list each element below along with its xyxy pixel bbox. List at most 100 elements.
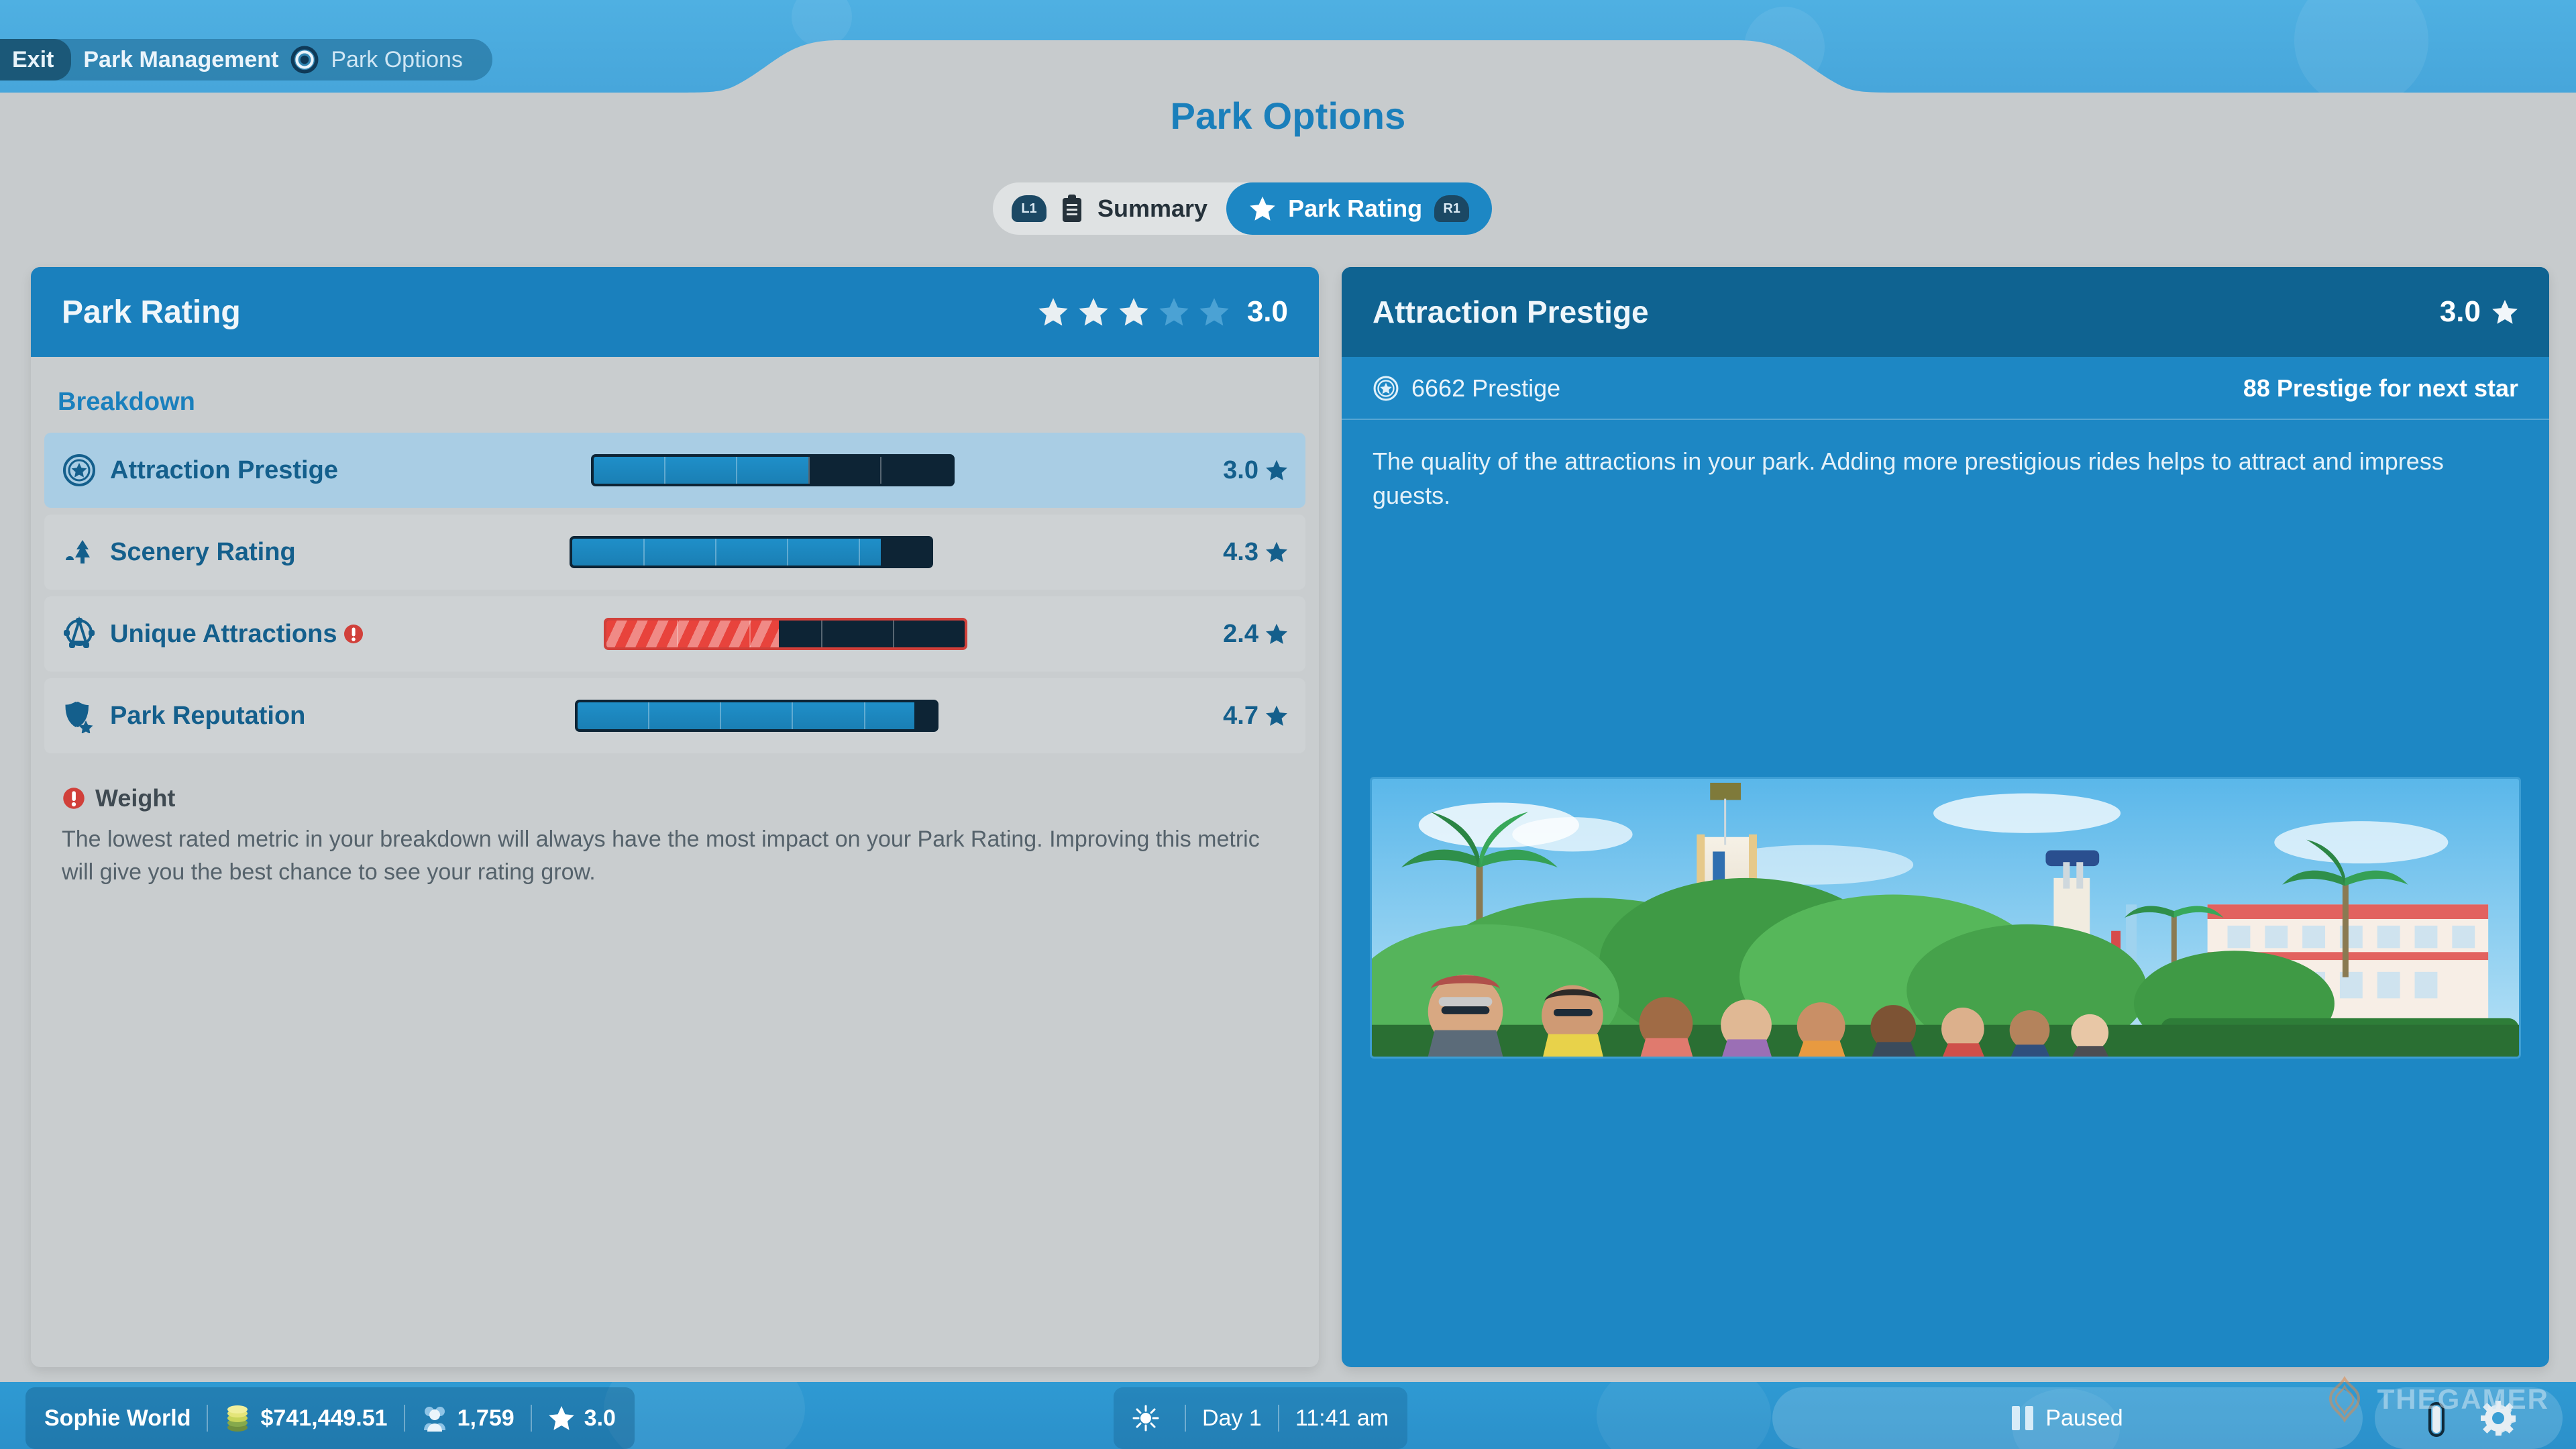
breakdown-bar-wrap	[364, 618, 1208, 650]
park-rating-value: 3.0	[1246, 295, 1288, 328]
breakdown-row-label: Park Reputation	[110, 702, 305, 731]
warning-exclamation-icon	[343, 625, 363, 643]
tree-scenery-icon	[66, 540, 90, 564]
park-rating-title: Park Rating	[62, 294, 241, 330]
breadcrumb-current: Park Options	[319, 47, 475, 73]
tab-bar: L1 Summary Park Rating R1	[993, 182, 1493, 235]
breakdown-bar	[570, 536, 934, 568]
guests-icon	[423, 1407, 445, 1432]
ferris-wheel-icon	[64, 616, 95, 648]
sun-icon	[1132, 1405, 1159, 1432]
breakdown-row-value: 2.4	[1208, 620, 1288, 649]
breakdown-row-unique-attractions[interactable]: Unique Attractions 2.4	[44, 596, 1305, 672]
star-empty-icon	[1199, 298, 1229, 326]
breakdown-bar	[590, 454, 955, 486]
attraction-prestige-detail-panel: Attraction Prestige 3.0 6662 Prestige 88…	[1342, 267, 2549, 1367]
status-bar-icon-cluster	[2375, 1387, 2563, 1449]
park-money: $741,449.51	[260, 1405, 388, 1431]
status-bar-time-cluster: Day 1 11:41 am	[1114, 1387, 1408, 1449]
exit-label: Exit	[12, 46, 54, 72]
detail-rating-value: 3.0	[2439, 295, 2481, 328]
star-filled-icon	[1038, 298, 1068, 326]
shield-star-icon	[65, 701, 93, 733]
detail-panel-rating: 3.0	[2440, 295, 2518, 329]
pause-icon[interactable]	[2012, 1406, 2034, 1430]
row-label-text: Park Reputation	[110, 701, 306, 730]
tab-summary-label: Summary	[1097, 195, 1208, 222]
star-icon	[1250, 197, 1275, 221]
breadcrumb: Exit Park Management Park Options	[0, 39, 492, 80]
coins-icon	[227, 1405, 248, 1432]
star-filled-icon	[1119, 298, 1148, 326]
page-title: Park Options	[1170, 95, 1406, 137]
breakdown-row-scenery-rating[interactable]: Scenery Rating 4.3	[44, 515, 1305, 590]
row-label-text: Attraction Prestige	[110, 455, 338, 484]
star-icon	[1266, 705, 1287, 727]
game-speed-control[interactable]: Paused	[1772, 1387, 2363, 1449]
breakdown-row-park-reputation[interactable]: Park Reputation 4.7	[44, 678, 1305, 753]
row-label-text: Scenery Rating	[110, 537, 296, 566]
breakdown-row-value: 4.7	[1208, 702, 1288, 731]
star-in-circle-icon	[1373, 376, 1399, 401]
park-rating-panel: Park Rating 3.0 Breakdown Attraction Pre…	[31, 267, 1319, 1367]
breadcrumb-current-label: Park Options	[331, 46, 463, 72]
star-filled-icon	[1079, 298, 1108, 326]
detail-description: The quality of the attractions in your p…	[1373, 447, 2444, 510]
notification-icon[interactable]	[2422, 1398, 2451, 1438]
r1-bumper-label: R1	[1443, 201, 1460, 216]
star-icon	[2492, 300, 2518, 324]
star-empty-icon	[1159, 298, 1189, 326]
row-label-text: Unique Attractions	[110, 619, 337, 648]
tab-summary[interactable]: L1 Summary	[993, 182, 1226, 235]
prestige-total: 6662 Prestige	[1373, 374, 1560, 402]
prestige-next-star: 88 Prestige for next star	[2243, 374, 2518, 402]
gear-icon[interactable]	[2481, 1401, 2516, 1436]
detail-panel-title: Attraction Prestige	[1373, 294, 1649, 329]
breakdown-bar-wrap	[338, 454, 1208, 486]
detail-panel-header: Attraction Prestige 3.0	[1342, 267, 2549, 357]
warning-exclamation-icon	[63, 788, 85, 809]
weight-title: Weight	[62, 784, 1288, 812]
breakdown-heading: Breakdown	[58, 388, 195, 416]
park-rating-status: 3.0	[584, 1405, 616, 1431]
guest-count: 1,759	[457, 1405, 515, 1431]
row-value-text: 2.4	[1223, 619, 1258, 648]
detail-prestige-stats: 6662 Prestige 88 Prestige for next star	[1342, 357, 2549, 420]
park-rating-stars: 3.0	[1038, 295, 1288, 329]
row-value-text: 4.7	[1223, 701, 1258, 730]
breakdown-bar-wrap	[296, 536, 1208, 568]
row-value-text: 3.0	[1223, 455, 1258, 484]
breakdown-row-value: 4.3	[1208, 538, 1288, 567]
r1-bumper-badge: R1	[1434, 195, 1470, 222]
exit-button[interactable]: Exit	[0, 39, 72, 80]
breakdown-bar-wrap	[305, 700, 1208, 732]
park-preview-image	[1370, 777, 2521, 1059]
breakdown-row-value: 3.0	[1208, 456, 1288, 485]
game-day: Day 1	[1202, 1405, 1262, 1431]
tab-park-rating-label: Park Rating	[1288, 195, 1423, 222]
weight-info-block: Weight The lowest rated metric in your b…	[31, 760, 1319, 890]
l1-bumper-badge: L1	[1012, 195, 1046, 222]
prestige-total-label: 6662 Prestige	[1411, 374, 1561, 402]
breakdown-bar	[604, 618, 968, 650]
row-value-text: 4.3	[1223, 537, 1258, 566]
status-bar: Sophie World $741,449.51 1,759 3.0 Day 1…	[0, 1382, 2576, 1449]
game-screen: Exit Park Management Park Options Park O…	[0, 0, 2576, 1449]
l1-bumper-label: L1	[1021, 201, 1037, 216]
breadcrumb-parent[interactable]: Park Management	[71, 47, 290, 73]
game-time: 11:41 am	[1295, 1405, 1389, 1431]
breakdown-bar	[574, 700, 938, 732]
header-curved-plate	[0, 40, 2576, 168]
park-name: Sophie World	[44, 1405, 191, 1431]
breadcrumb-parent-label: Park Management	[83, 46, 279, 72]
status-bar-left-cluster: Sophie World $741,449.51 1,759 3.0	[25, 1387, 635, 1449]
breakdown-row-attraction-prestige[interactable]: Attraction Prestige 3.0	[44, 433, 1305, 508]
park-rating-panel-header: Park Rating 3.0	[31, 267, 1319, 357]
clipboard-icon	[1063, 195, 1081, 222]
tab-park-rating[interactable]: Park Rating R1	[1226, 182, 1493, 235]
weight-description: The lowest rated metric in your breakdow…	[62, 826, 1260, 885]
breakdown-row-label: Unique Attractions	[110, 620, 364, 649]
star-icon	[548, 1406, 574, 1430]
star-icon	[1266, 541, 1287, 563]
breakdown-row-label: Scenery Rating	[110, 538, 296, 567]
